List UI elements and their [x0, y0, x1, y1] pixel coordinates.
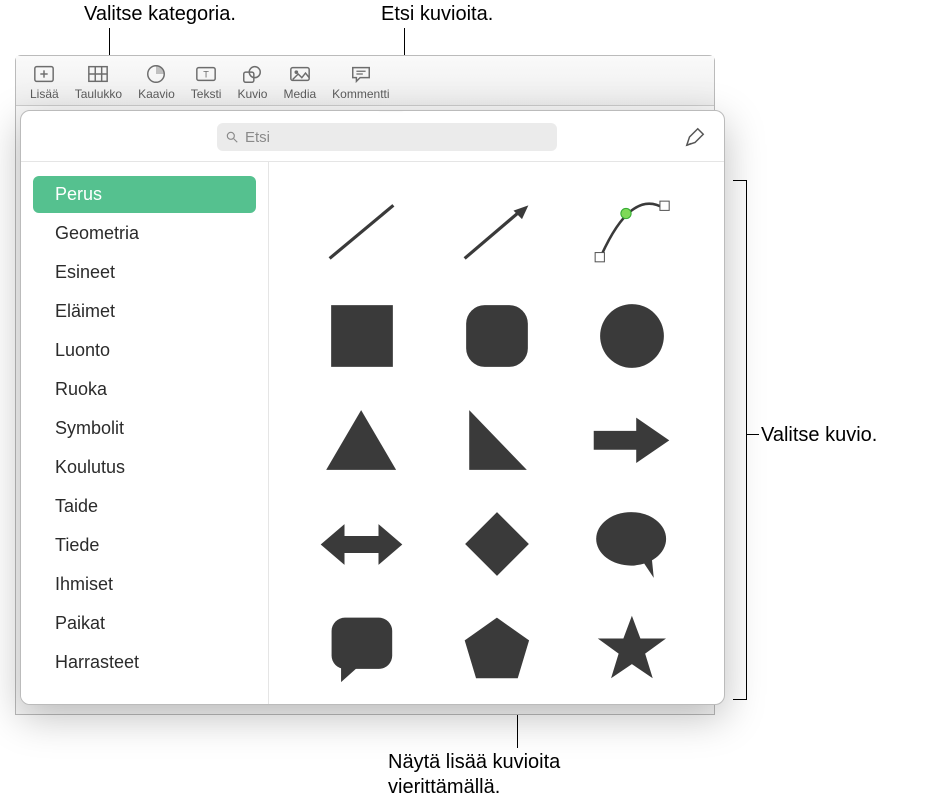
search-placeholder: Etsi	[245, 129, 270, 146]
shape-double-arrow[interactable]	[314, 499, 409, 589]
plus-box-icon	[31, 63, 57, 85]
search-icon	[225, 130, 239, 144]
sidebar-item-perus[interactable]: Perus	[33, 176, 256, 213]
toolbar-media[interactable]: Media	[277, 57, 322, 103]
sidebar-item-geometria[interactable]: Geometria	[33, 215, 256, 252]
popover-body: Perus Geometria Esineet Eläimet Luonto R…	[21, 161, 724, 704]
callout-bracket	[733, 180, 747, 700]
sidebar-item-elaimet[interactable]: Eläimet	[33, 293, 256, 330]
sidebar-item-harrasteet[interactable]: Harrasteet	[33, 644, 256, 681]
sidebar-item-ruoka[interactable]: Ruoka	[33, 371, 256, 408]
shape-arrow-line[interactable]	[449, 187, 544, 277]
sidebar-item-paikat[interactable]: Paikat	[33, 605, 256, 642]
shape-bezier-curve[interactable]	[584, 187, 679, 277]
callout-category: Valitse kategoria.	[84, 2, 236, 27]
pie-chart-icon	[143, 63, 169, 85]
shapes-icon	[239, 63, 265, 85]
sidebar-item-symbolit[interactable]: Symbolit	[33, 410, 256, 447]
shape-speech-bubble[interactable]	[584, 499, 679, 589]
toolbar-label: Lisää	[30, 87, 59, 101]
shape-line[interactable]	[314, 187, 409, 277]
shape-right-triangle[interactable]	[449, 395, 544, 485]
toolbar-label: Taulukko	[75, 87, 122, 101]
shape-triangle[interactable]	[314, 395, 409, 485]
callout-line	[747, 434, 759, 435]
shape-star[interactable]	[584, 603, 679, 693]
toolbar-label: Media	[283, 87, 316, 101]
sidebar-item-esineet[interactable]: Esineet	[33, 254, 256, 291]
toolbar-label: Kommentti	[332, 87, 389, 101]
shape-square[interactable]	[314, 291, 409, 381]
sidebar-item-taide[interactable]: Taide	[33, 488, 256, 525]
sidebar-item-koulutus[interactable]: Koulutus	[33, 449, 256, 486]
shape-arrow-right[interactable]	[584, 395, 679, 485]
sidebar-item-ihmiset[interactable]: Ihmiset	[33, 566, 256, 603]
comment-icon	[348, 63, 374, 85]
toolbar-comment[interactable]: Kommentti	[326, 57, 395, 103]
toolbar-chart[interactable]: Kaavio	[132, 57, 181, 103]
sidebar-item-luonto[interactable]: Luonto	[33, 332, 256, 369]
shapes-popover: Etsi Perus Geometria Esineet Eläimet Luo…	[20, 110, 725, 705]
toolbar: Lisää Taulukko Kaavio T Teksti Kuvio	[16, 56, 714, 106]
toolbar-table[interactable]: Taulukko	[69, 57, 128, 103]
shape-rounded-speech-square[interactable]	[314, 603, 409, 693]
toolbar-text[interactable]: T Teksti	[185, 57, 228, 103]
draw-tool-button[interactable]	[682, 124, 708, 150]
text-box-icon: T	[193, 63, 219, 85]
toolbar-label: Kaavio	[138, 87, 175, 101]
callout-scroll: Näytä lisää kuvioita vierittämällä.	[388, 750, 560, 800]
svg-text:T: T	[203, 70, 209, 80]
callout-select-shape: Valitse kuvio.	[761, 423, 877, 448]
toolbar-add[interactable]: Lisää	[24, 57, 65, 103]
shape-circle[interactable]	[584, 291, 679, 381]
toolbar-label: Kuvio	[237, 87, 267, 101]
toolbar-label: Teksti	[191, 87, 222, 101]
shapes-grid[interactable]	[269, 162, 724, 704]
search-row: Etsi	[21, 111, 724, 161]
image-icon	[287, 63, 313, 85]
callout-search: Etsi kuvioita.	[381, 2, 493, 27]
shape-diamond[interactable]	[449, 499, 544, 589]
table-icon	[85, 63, 111, 85]
category-sidebar: Perus Geometria Esineet Eläimet Luonto R…	[21, 162, 269, 704]
sidebar-item-tiede[interactable]: Tiede	[33, 527, 256, 564]
pen-icon	[684, 126, 706, 148]
shape-pentagon[interactable]	[449, 603, 544, 693]
toolbar-shape[interactable]: Kuvio	[231, 57, 273, 103]
search-input[interactable]: Etsi	[217, 123, 557, 151]
shape-rounded-square[interactable]	[449, 291, 544, 381]
